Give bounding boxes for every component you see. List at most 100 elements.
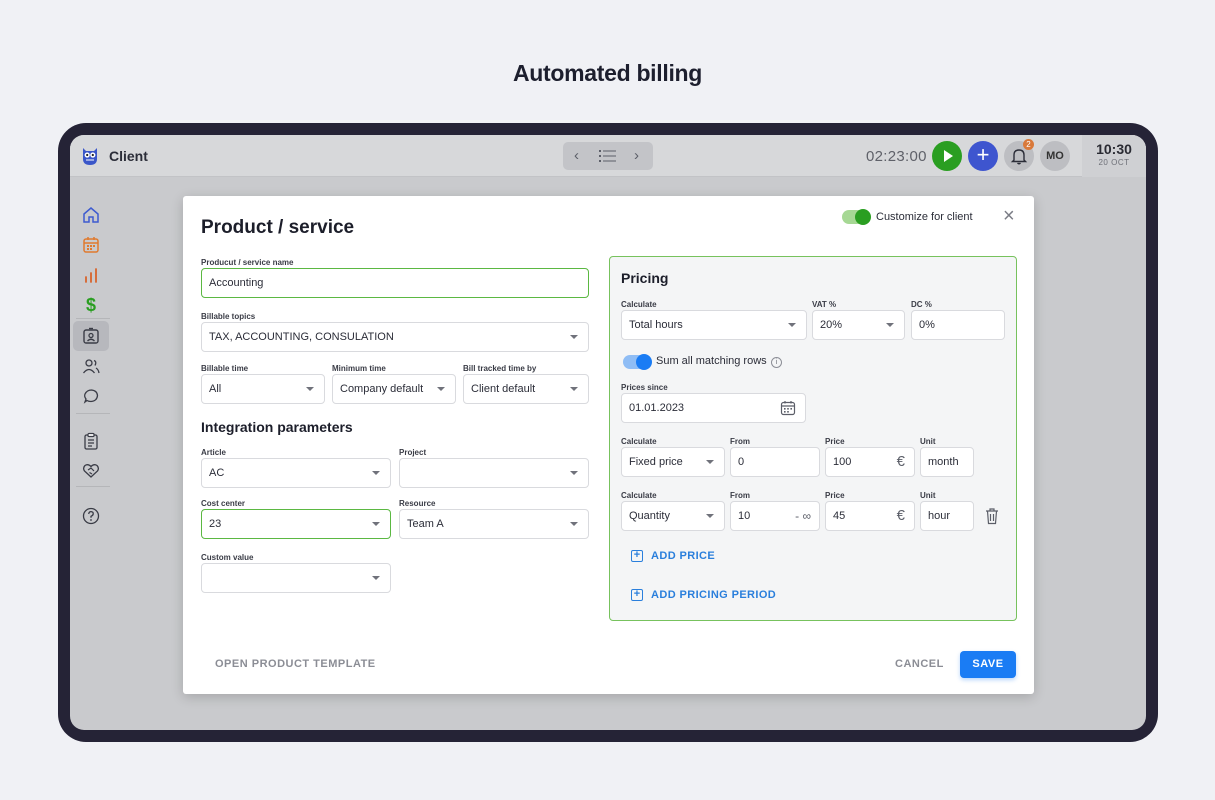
row2-calculate-value: Quantity: [629, 510, 670, 522]
chevron-down-icon: [706, 514, 714, 518]
prices-since-date-input[interactable]: 01.01.2023: [621, 393, 806, 423]
row1-calculate-value: Fixed price: [629, 456, 683, 468]
vat-value: 20%: [820, 319, 843, 331]
row2-from-label: From: [730, 491, 750, 500]
row2-calculate-select[interactable]: Quantity: [621, 501, 725, 531]
pricing-title: Pricing: [621, 270, 669, 286]
sum-rows-toggle[interactable]: [623, 354, 652, 370]
custom-value-select[interactable]: [201, 563, 391, 593]
customize-toggle[interactable]: [842, 209, 871, 225]
calculate-label: Calculate: [621, 300, 657, 309]
bill-tracked-value: Client default: [471, 383, 536, 395]
product-service-dialog: Product / service Customize for client ×…: [183, 196, 1034, 694]
calendar-icon[interactable]: [80, 234, 102, 256]
clipboard-icon[interactable]: [80, 430, 102, 452]
save-button[interactable]: SAVE: [960, 651, 1016, 678]
avatar[interactable]: MO: [1040, 141, 1070, 171]
billable-time-value: All: [209, 383, 222, 395]
info-icon[interactable]: i: [771, 357, 782, 368]
vat-label: VAT %: [812, 300, 837, 309]
resource-select[interactable]: Team A: [399, 509, 589, 539]
trash-icon[interactable]: [984, 507, 1000, 525]
chart-icon[interactable]: [80, 264, 102, 286]
play-icon: [944, 150, 953, 162]
row2-price-label: Price: [825, 491, 845, 500]
row1-calculate-label: Calculate: [621, 437, 657, 446]
timer-display: 02:23:00: [866, 148, 927, 165]
cost-center-label: Cost center: [201, 499, 246, 508]
add-period-icon[interactable]: +: [631, 589, 643, 601]
minimum-time-value: Company default: [340, 383, 424, 395]
billable-topics-select[interactable]: TAX, ACCOUNTING, CONSULATION: [201, 322, 589, 352]
top-bar: Client ‹ › 02:23:00 + 2 MO 10:30 20 OCT: [70, 135, 1146, 177]
calendar-icon[interactable]: [780, 400, 796, 416]
article-label: Article: [201, 448, 226, 457]
row2-from-value: 10: [738, 510, 751, 522]
minimum-time-select[interactable]: Company default: [332, 374, 456, 404]
tablet-frame: Client ‹ › 02:23:00 + 2 MO 10:30 20 OCT …: [58, 123, 1158, 742]
euro-icon: €: [896, 507, 905, 524]
project-label: Project: [399, 448, 427, 457]
back-icon[interactable]: ‹: [574, 147, 579, 164]
article-value: AC: [209, 467, 225, 479]
app-title: Client: [109, 148, 148, 164]
chevron-down-icon: [570, 335, 578, 339]
billable-time-label: Billable time: [201, 364, 249, 373]
billable-topics-label: Billable topics: [201, 312, 256, 321]
bill-tracked-label: Bill tracked time by: [463, 364, 537, 373]
billable-time-select[interactable]: All: [201, 374, 325, 404]
row1-unit-input[interactable]: month: [920, 447, 974, 477]
dollar-icon[interactable]: $: [80, 294, 102, 316]
add-pricing-period-link[interactable]: ADD PRICING PERIOD: [651, 589, 776, 601]
vat-select[interactable]: 20%: [812, 310, 905, 340]
row1-price-label: Price: [825, 437, 845, 446]
row1-calculate-select[interactable]: Fixed price: [621, 447, 725, 477]
resource-value: Team A: [407, 518, 444, 530]
contact-card-icon[interactable]: [80, 325, 102, 347]
chevron-down-icon: [372, 522, 380, 526]
row2-unit-input[interactable]: hour: [920, 501, 974, 531]
sidebar: $: [70, 178, 112, 730]
pricing-panel: Pricing Calculate Total hours VAT % 20% …: [609, 256, 1017, 621]
calculate-select[interactable]: Total hours: [621, 310, 807, 340]
article-select[interactable]: AC: [201, 458, 391, 488]
cancel-button[interactable]: CANCEL: [895, 658, 944, 670]
handshake-icon[interactable]: [80, 460, 102, 482]
calculate-value: Total hours: [629, 319, 683, 331]
list-icon[interactable]: [599, 150, 616, 162]
sum-rows-label: Sum all matching rows: [656, 355, 767, 367]
resource-label: Resource: [399, 499, 436, 508]
help-icon[interactable]: [80, 505, 102, 527]
close-icon[interactable]: ×: [1003, 205, 1015, 228]
row2-price-input[interactable]: 45 €: [825, 501, 915, 531]
project-select[interactable]: [399, 458, 589, 488]
home-icon[interactable]: [80, 204, 102, 226]
name-label: Producut / service name: [201, 258, 294, 267]
dc-input[interactable]: 0%: [911, 310, 1005, 340]
chevron-down-icon: [437, 387, 445, 391]
integration-title: Integration parameters: [201, 419, 353, 435]
add-price-icon[interactable]: +: [631, 550, 643, 562]
row2-price-value: 45: [833, 510, 846, 522]
forward-icon[interactable]: ›: [634, 147, 639, 164]
add-price-link[interactable]: ADD PRICE: [651, 550, 715, 562]
prices-since-value: 01.01.2023: [629, 402, 685, 414]
plus-icon[interactable]: +: [968, 141, 998, 171]
play-button[interactable]: [932, 141, 962, 171]
open-template-button[interactable]: OPEN PRODUCT TEMPLATE: [215, 658, 376, 670]
bill-tracked-select[interactable]: Client default: [463, 374, 589, 404]
row1-unit-label: Unit: [920, 437, 936, 446]
row1-price-input[interactable]: 100 €: [825, 447, 915, 477]
chevron-down-icon: [372, 471, 380, 475]
row2-unit-label: Unit: [920, 491, 936, 500]
cost-center-select[interactable]: 23: [201, 509, 391, 539]
chat-icon[interactable]: [80, 385, 102, 407]
row1-price-value: 100: [833, 456, 852, 468]
row2-from-input[interactable]: 10 - ∞: [730, 501, 820, 531]
users-icon[interactable]: [80, 355, 102, 377]
dc-label: DC %: [911, 300, 932, 309]
name-input[interactable]: Accounting: [201, 268, 589, 298]
sidebar-divider: [76, 486, 110, 487]
row1-from-input[interactable]: 0: [730, 447, 820, 477]
chevron-down-icon: [570, 387, 578, 391]
